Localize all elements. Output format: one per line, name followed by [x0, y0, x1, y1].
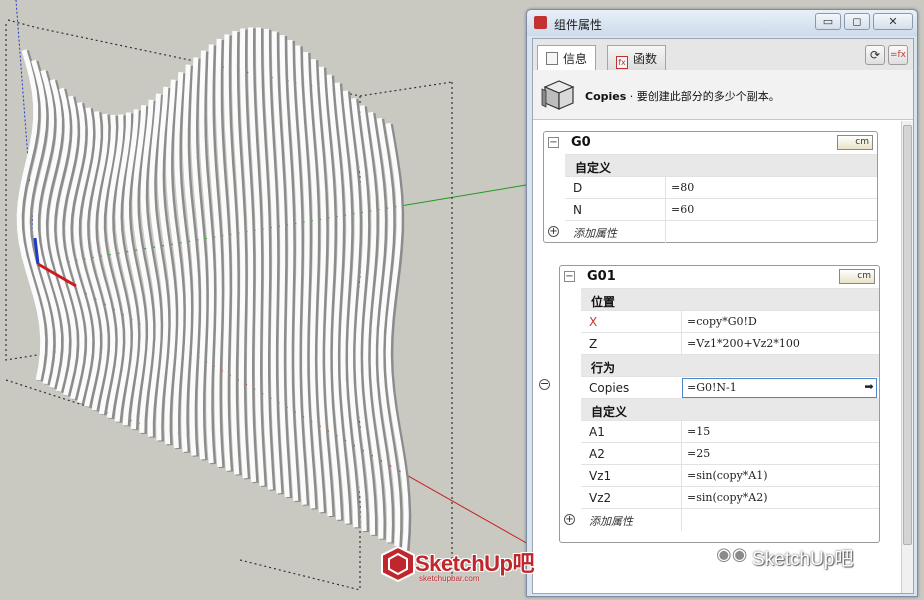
- attribute-row[interactable]: A1 =15: [581, 420, 879, 443]
- attribute-row[interactable]: N =60: [565, 198, 877, 221]
- add-attribute-label: 添加属性: [589, 515, 633, 528]
- tab-info[interactable]: 信息: [537, 45, 597, 71]
- attribute-row[interactable]: Vz1 =sin(copy*A1): [581, 464, 879, 487]
- panel-title: 组件属性: [554, 18, 603, 32]
- info-page-icon: [546, 52, 558, 65]
- section-title: 位置: [591, 295, 616, 309]
- attribute-name: Copies: [585, 90, 627, 103]
- collapse-icon[interactable]: −: [548, 137, 559, 148]
- section-header: 位置: [581, 288, 879, 310]
- tab-bar: 信息 fx 函数 ⟳ =fx: [533, 39, 913, 71]
- section-header: 行为: [581, 354, 879, 376]
- collapse-icon[interactable]: −: [564, 271, 575, 282]
- panel-titlebar[interactable]: 组件属性 ▭ ◻ ✕: [527, 10, 917, 36]
- column-divider: [681, 311, 682, 333]
- section-title: 行为: [591, 361, 616, 375]
- attribute-value[interactable]: =15: [687, 425, 710, 438]
- formula-view-button[interactable]: =fx: [888, 45, 908, 65]
- attribute-value[interactable]: =G0!N-1: [687, 381, 737, 394]
- minimize-button[interactable]: ▭: [815, 13, 841, 30]
- column-divider: [665, 199, 666, 221]
- column-divider: [681, 443, 682, 465]
- group-name: G01: [587, 269, 616, 284]
- refresh-button[interactable]: ⟳: [865, 45, 885, 65]
- attribute-row[interactable]: D =80: [565, 176, 877, 199]
- attribute-key: A2: [589, 447, 605, 461]
- sketchupbar-logo: SketchUp吧 sketchupbar.com: [379, 544, 547, 588]
- units-selector[interactable]: cm: [839, 269, 875, 284]
- attribute-key: A1: [589, 425, 605, 439]
- component-group-g01: − G01 cm 位置 X =copy*G0!D Z =Vz1*200+Vz2*…: [559, 265, 880, 543]
- delete-attribute-icon[interactable]: −: [539, 378, 550, 390]
- attribute-key: Copies: [589, 381, 630, 395]
- sketchup-logo-icon: [381, 546, 415, 582]
- tab-functions[interactable]: fx 函数: [607, 45, 667, 70]
- add-attribute-label: 添加属性: [573, 227, 617, 240]
- add-attribute-row[interactable]: 添加属性: [565, 220, 877, 243]
- restore-button[interactable]: ◻: [844, 13, 870, 30]
- tab-info-label: 信息: [563, 52, 588, 66]
- group-name: G0: [571, 135, 591, 150]
- column-divider: [681, 465, 682, 487]
- attribute-help-text: · 要创建此部分的多少个副本。: [626, 90, 780, 103]
- section-header: 自定义: [565, 154, 877, 176]
- column-divider: [681, 421, 682, 443]
- attribute-row[interactable]: Vz2 =sin(copy*A2): [581, 486, 879, 509]
- add-attribute-row[interactable]: 添加属性: [581, 508, 879, 531]
- sketchup-app-icon: [534, 16, 547, 29]
- component-cube-icon: [541, 80, 575, 110]
- scrollbar-thumb[interactable]: [903, 125, 912, 545]
- attribute-value[interactable]: =sin(copy*A1): [687, 469, 768, 482]
- attribute-key: Z: [589, 337, 598, 351]
- attribute-row[interactable]: Z =Vz1*200+Vz2*100: [581, 332, 879, 355]
- attribute-key: Vz2: [589, 491, 612, 505]
- watermark-text: SketchUp吧: [752, 549, 854, 570]
- attribute-value[interactable]: =25: [687, 447, 710, 460]
- attribute-key: N: [573, 203, 582, 217]
- attribute-value[interactable]: =sin(copy*A2): [687, 491, 768, 504]
- close-button[interactable]: ✕: [873, 13, 913, 30]
- function-icon: fx: [616, 56, 628, 69]
- column-divider: [665, 221, 666, 243]
- panel-body: 信息 fx 函数 ⟳ =fx Copies · 要创建此部分的多少个副本。 − …: [532, 38, 914, 594]
- column-divider: [681, 333, 682, 355]
- attribute-value[interactable]: =80: [671, 181, 694, 194]
- attribute-key: D: [573, 181, 583, 195]
- component-attributes-panel: 组件属性 ▭ ◻ ✕ 信息 fx 函数 ⟳ =fx Copies · 要创建此部分…: [526, 9, 918, 597]
- vertical-scrollbar[interactable]: [901, 121, 913, 593]
- units-selector[interactable]: cm: [837, 135, 873, 150]
- section-header: 自定义: [581, 398, 879, 420]
- column-divider: [665, 177, 666, 199]
- component-group-g0: − G0 cm 自定义 D =80 N =60 添加属性 +: [543, 131, 878, 243]
- attribute-key: X: [589, 315, 598, 329]
- attribute-info-bar: Copies · 要创建此部分的多少个副本。: [533, 70, 913, 120]
- attribute-description: Copies · 要创建此部分的多少个副本。: [585, 88, 780, 104]
- attribute-row[interactable]: A2 =25: [581, 442, 879, 465]
- attribute-value[interactable]: =Vz1*200+Vz2*100: [687, 337, 800, 350]
- wechat-icon: ◉◉: [716, 544, 748, 565]
- attribute-value[interactable]: =copy*G0!D: [687, 315, 757, 328]
- add-attribute-icon[interactable]: +: [548, 226, 559, 237]
- column-divider: [681, 487, 682, 509]
- options-arrow-icon[interactable]: ➡: [862, 380, 876, 394]
- attribute-value[interactable]: =60: [671, 203, 694, 216]
- attribute-row[interactable]: X =copy*G0!D: [581, 310, 879, 333]
- group-header: − G01 cm: [560, 266, 879, 288]
- attribute-list: − G0 cm 自定义 D =80 N =60 添加属性 + − G01 cm …: [533, 121, 901, 593]
- attribute-row-editing[interactable]: Copies =G0!N-1 ➡: [581, 376, 879, 398]
- logo-url: sketchupbar.com: [419, 574, 480, 583]
- attribute-key: Vz1: [589, 469, 612, 483]
- section-title: 自定义: [591, 405, 628, 419]
- column-divider: [681, 509, 682, 531]
- add-attribute-icon[interactable]: +: [564, 514, 575, 525]
- section-title: 自定义: [575, 161, 612, 175]
- group-header: − G0 cm: [544, 132, 877, 154]
- tab-functions-label: 函数: [633, 52, 658, 66]
- wechat-watermark: ◉◉ SketchUp吧: [716, 540, 906, 572]
